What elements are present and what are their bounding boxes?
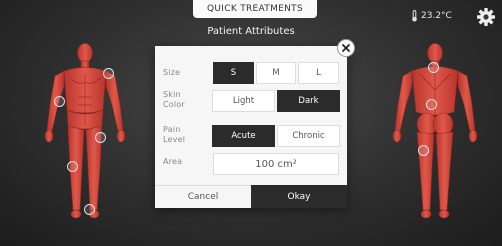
front-upper-arm-hotspot[interactable] <box>54 96 65 107</box>
pain-option-chronic[interactable]: Chronic <box>277 125 340 147</box>
size-selector: S M L <box>213 62 341 84</box>
front-muscle-illustration <box>44 43 126 219</box>
patient-attributes-dialog: Size S M L Skin Color Light Dark Pain Le… <box>155 46 347 208</box>
skin-color-label-line2: Color <box>163 100 185 109</box>
front-thigh-hotspot[interactable] <box>67 161 78 172</box>
quick-treatments-label: QUICK TREATMENTS <box>207 4 303 14</box>
skin-option-dark[interactable]: Dark <box>277 90 340 112</box>
okay-button[interactable]: Okay <box>251 185 347 208</box>
back-body-figure <box>390 42 480 220</box>
area-input[interactable]: 100 cm² <box>213 153 339 175</box>
quick-treatments-tab[interactable]: QUICK TREATMENTS <box>193 0 317 18</box>
back-upper-back-hotspot[interactable] <box>428 62 439 73</box>
temperature-readout: 23.2°C <box>411 10 452 22</box>
front-foot-hotspot[interactable] <box>84 204 95 215</box>
pain-option-acute[interactable]: Acute <box>212 125 275 147</box>
pain-level-label-line1: Pain <box>163 125 181 134</box>
gear-icon[interactable] <box>476 7 496 27</box>
area-label: Area <box>163 157 183 166</box>
cancel-button[interactable]: Cancel <box>155 185 251 208</box>
temperature-value: 23.2°C <box>421 11 452 21</box>
close-icon <box>342 44 350 52</box>
close-dialog-button[interactable] <box>337 39 355 57</box>
back-lower-back-hotspot[interactable] <box>426 99 437 110</box>
front-body-figure <box>40 42 130 220</box>
size-option-l[interactable]: L <box>298 62 339 84</box>
pain-level-label: Pain Level <box>163 125 185 145</box>
size-option-s[interactable]: S <box>213 62 254 84</box>
skin-color-label: Skin Color <box>163 90 185 110</box>
skin-option-light[interactable]: Light <box>212 90 275 112</box>
thermometer-icon <box>412 10 417 22</box>
size-option-m[interactable]: M <box>256 62 296 84</box>
page-title: Patient Attributes <box>207 26 295 37</box>
pain-level-selector: Acute Chronic <box>212 125 342 147</box>
skin-color-label-line1: Skin <box>163 90 181 99</box>
front-forearm-hotspot[interactable] <box>95 132 106 143</box>
back-hamstring-hotspot[interactable] <box>418 145 429 156</box>
size-label: Size <box>163 68 181 77</box>
front-shoulder-hotspot[interactable] <box>103 68 114 79</box>
skin-color-selector: Light Dark <box>212 90 342 112</box>
pain-level-label-line2: Level <box>163 135 186 144</box>
